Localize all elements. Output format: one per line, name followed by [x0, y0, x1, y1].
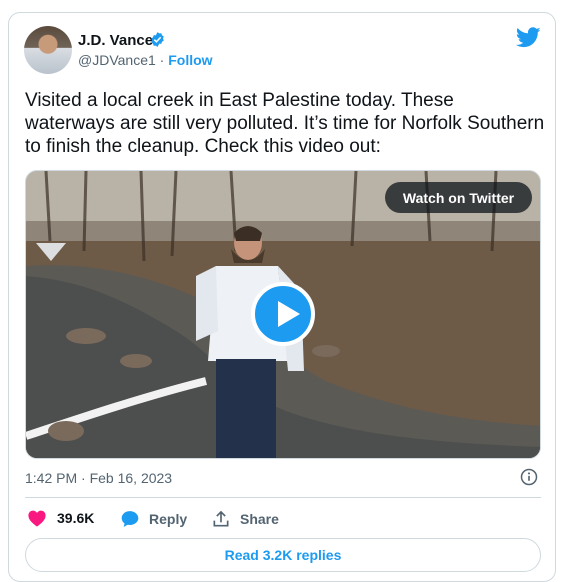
watch-on-twitter-button[interactable]: Watch on Twitter: [385, 182, 532, 213]
divider: [25, 497, 541, 498]
avatar[interactable]: [24, 26, 72, 74]
share-label: Share: [240, 511, 279, 527]
play-icon[interactable]: [251, 282, 315, 346]
verified-badge-icon: [151, 32, 164, 47]
share-button[interactable]: Share: [211, 509, 279, 529]
separator: ·: [159, 52, 165, 68]
twitter-bird-icon[interactable]: [516, 27, 541, 48]
like-button[interactable]: 39.6K: [27, 509, 94, 527]
tweet-text: Visited a local creek in East Palestine …: [25, 90, 545, 157]
reply-bubble-icon: [121, 511, 139, 527]
handle[interactable]: @JDVance1: [78, 52, 156, 68]
share-upload-icon: [213, 510, 229, 527]
handle-row: @JDVance1 · Follow: [78, 52, 213, 68]
info-icon[interactable]: [520, 468, 538, 486]
author-name[interactable]: J.D. Vance: [78, 32, 153, 49]
heart-icon: [28, 510, 46, 527]
reply-button[interactable]: Reply: [120, 509, 187, 529]
like-count: 39.6K: [57, 510, 95, 526]
follow-button[interactable]: Follow: [168, 52, 212, 68]
timestamp[interactable]: 1:42 PM · Feb 16, 2023: [25, 470, 172, 486]
reply-label: Reply: [149, 511, 188, 527]
